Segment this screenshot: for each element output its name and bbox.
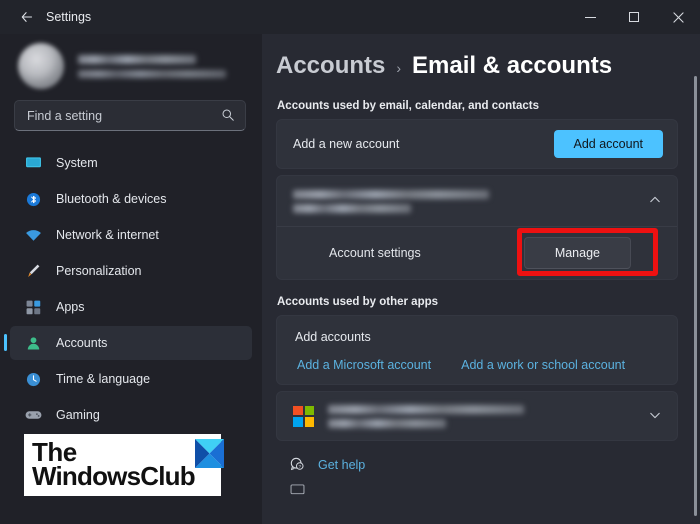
breadcrumb-separator: › [396,60,402,76]
sidebar-item-label: Apps [56,300,85,314]
search-input[interactable] [27,108,221,123]
breadcrumb-root[interactable]: Accounts [276,52,385,80]
account-settings-row: Account settings Manage [277,227,677,279]
user-profile[interactable] [0,36,262,98]
user-identity [78,54,226,78]
get-help-label[interactable]: Get help [318,458,365,472]
bluetooth-icon [24,191,42,207]
monitor-icon [24,155,42,171]
clock-icon [24,371,42,387]
sidebar-item-label: Time & language [56,372,151,386]
linked-account-identity [293,189,489,213]
minimize-button[interactable] [568,0,612,34]
app-title: Settings [46,10,92,24]
sidebar-item-accounts[interactable]: Accounts [4,326,252,360]
sidebar-item-label: Accounts [56,336,108,350]
linked-account-name-redacted [293,189,489,199]
maximize-icon [629,12,639,22]
add-microsoft-account-link[interactable]: Add a Microsoft account [297,358,431,372]
feedback-icon [286,484,308,496]
maximize-button[interactable] [612,0,656,34]
svg-text:?: ? [298,464,301,469]
back-button[interactable] [12,4,42,30]
sidebar-item-time-language[interactable]: Time & language [10,362,252,396]
content-pane: Accounts › Email & accounts Accounts use… [262,34,700,524]
windowsclub-logo-icon [194,439,224,468]
chevron-up-icon[interactable] [649,194,661,209]
account-settings-label: Account settings [329,246,421,260]
sidebar-item-personalization[interactable]: Personalization [10,254,252,288]
sidebar-item-label: Bluetooth & devices [56,192,167,206]
add-work-school-account-link[interactable]: Add a work or school account [461,358,625,372]
sidebar-item-label: Network & internet [56,228,159,242]
feedback-row[interactable] [276,484,678,496]
search-box[interactable] [14,100,246,131]
sidebar-item-label: Gaming [56,408,100,422]
microsoft-account-row[interactable] [277,392,677,440]
add-accounts-links: Add a Microsoft account Add a work or sc… [277,344,677,372]
avatar [18,43,64,89]
close-icon [672,11,684,23]
window-body: System Bluetooth & devices [0,34,700,524]
gamepad-icon [24,407,42,423]
linked-account-card: Account settings Manage [276,175,678,280]
sidebar-item-network-internet[interactable]: Network & internet [10,218,252,252]
watermark-line-2: WindowsClub [32,461,196,491]
section-header-other-apps: Accounts used by other apps [277,296,439,308]
sidebar-item-system[interactable]: System [10,146,252,180]
get-help-row[interactable]: ? Get help [276,457,678,472]
microsoft-logo-icon [293,405,314,427]
window-controls [568,0,700,34]
manage-button[interactable]: Manage [523,237,631,269]
add-accounts-label: Add accounts [295,330,371,344]
help-bubble-icon: ? [286,457,308,472]
search-area [0,98,262,131]
linked-account-detail-redacted [293,203,411,213]
person-icon [24,335,42,351]
breadcrumb: Accounts › Email & accounts [276,34,678,84]
microsoft-account-card [276,391,678,441]
watermark: The WindowsClub [24,434,224,496]
microsoft-account-detail-redacted [328,418,446,428]
wifi-icon [24,227,42,243]
sidebar-item-label: Personalization [56,264,142,278]
sidebar: System Bluetooth & devices [0,34,262,524]
search-icon[interactable] [221,108,235,124]
add-account-button[interactable]: Add account [553,130,663,158]
back-arrow-icon [21,12,33,22]
sidebar-item-gaming[interactable]: Gaming [10,398,252,432]
add-new-account-card: Add a new account Add account [276,119,678,169]
sidebar-item-apps[interactable]: Apps [10,290,252,324]
user-email-redacted [78,69,226,78]
chevron-down-icon[interactable] [649,409,661,424]
sidebar-item-label: System [56,156,98,170]
sidebar-item-bluetooth-devices[interactable]: Bluetooth & devices [10,182,252,216]
watermark-text: The WindowsClub [32,439,196,491]
settings-window: Settings Find a setting System Bluetooth… [0,0,700,524]
add-new-account-label: Add a new account [293,137,400,151]
paintbrush-icon [24,263,42,279]
add-new-account-row: Add a new account Add account [277,120,677,168]
add-accounts-card: Add accounts Add a Microsoft account Add… [276,315,678,385]
section-header-email-accounts: Accounts used by email, calendar, and co… [277,100,540,112]
title-bar: Settings [0,0,700,34]
content-scrollbar[interactable] [694,76,697,516]
linked-account-row[interactable] [277,176,677,226]
user-name-redacted [78,54,196,64]
microsoft-account-name-redacted [328,404,524,414]
apps-grid-icon [24,299,42,315]
minimize-icon [584,16,596,18]
page-title: Email & accounts [412,52,613,79]
close-button[interactable] [656,0,700,34]
microsoft-account-identity [328,404,524,428]
